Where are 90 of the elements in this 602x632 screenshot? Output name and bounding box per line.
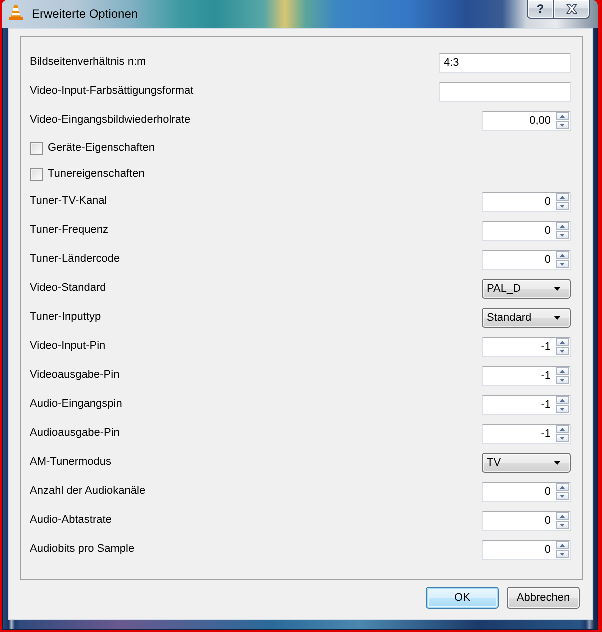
down-arrow-icon xyxy=(560,408,565,410)
close-icon xyxy=(566,4,578,14)
spin-down-button[interactable] xyxy=(556,521,569,529)
spin-up-button[interactable] xyxy=(556,112,569,120)
cancel-button[interactable]: Abbrechen xyxy=(507,587,580,609)
up-arrow-icon xyxy=(560,196,565,198)
spin-up-button[interactable] xyxy=(556,483,569,491)
field-label: Audio-Abtastrate xyxy=(30,514,112,527)
text-field[interactable] xyxy=(439,82,571,102)
window-title: Erweiterte Optionen xyxy=(32,7,138,21)
caret-icon xyxy=(554,316,561,320)
spin-box[interactable]: 0,00 xyxy=(482,110,571,130)
spin-box[interactable]: -1 xyxy=(482,424,571,444)
caret-icon xyxy=(554,460,561,464)
spin-box[interactable]: 0 xyxy=(482,510,571,530)
ok-button[interactable]: OK xyxy=(426,587,499,609)
spin-up-button[interactable] xyxy=(556,396,569,404)
spin-down-button[interactable] xyxy=(556,231,569,239)
spin-up-button[interactable] xyxy=(556,367,569,375)
spin-down-button[interactable] xyxy=(556,492,569,500)
spin-box[interactable]: -1 xyxy=(482,394,571,414)
spin-down-button[interactable] xyxy=(556,121,569,129)
spin-up-button[interactable] xyxy=(556,222,569,230)
spin-up-button[interactable] xyxy=(556,251,569,259)
down-arrow-icon xyxy=(560,204,565,208)
close-button[interactable] xyxy=(554,0,590,19)
spin-down-button[interactable] xyxy=(556,347,569,355)
field-label: Video-Eingangsbildwiederholrate xyxy=(30,114,191,127)
field-label: Audio-Eingangspin xyxy=(30,398,122,411)
dropdown[interactable]: PAL_D xyxy=(482,278,571,298)
up-arrow-icon xyxy=(560,398,565,402)
spin-down-button[interactable] xyxy=(556,376,569,384)
up-arrow-icon xyxy=(560,514,565,518)
field-label: Audioausgabe-Pin xyxy=(30,427,120,440)
spin-box[interactable]: -1 xyxy=(482,336,571,356)
field-label: Tuner-Frequenz xyxy=(30,224,108,237)
field-label: Audiobits pro Sample xyxy=(30,543,135,556)
spin-box[interactable]: 0 xyxy=(482,540,571,560)
field-label: Video-Standard xyxy=(30,282,106,295)
spin-down-button[interactable] xyxy=(556,550,569,558)
down-arrow-icon xyxy=(560,552,565,556)
field-label: Tuner-Inputtyp xyxy=(30,311,102,324)
field-label: Video-Input-Farbsättigungsformat xyxy=(30,85,194,98)
spin-box[interactable]: 0 xyxy=(482,192,571,212)
up-arrow-icon xyxy=(560,544,565,546)
down-arrow-icon xyxy=(560,524,565,526)
traffic-cone-icon xyxy=(8,4,24,21)
down-arrow-icon xyxy=(560,262,565,266)
field-label: Tuner-TV-Kanal xyxy=(30,195,108,208)
down-arrow-icon xyxy=(560,124,565,126)
field-label: Bildseitenverhältnis n:m xyxy=(30,56,146,69)
checkbox[interactable] xyxy=(30,142,43,154)
spin-down-button[interactable] xyxy=(556,202,569,210)
help-button[interactable]: ? xyxy=(527,0,554,19)
text-field[interactable]: 4:3 xyxy=(439,52,571,72)
down-arrow-icon xyxy=(560,350,565,352)
spin-up-button[interactable] xyxy=(556,541,569,549)
down-arrow-icon xyxy=(560,494,565,498)
up-arrow-icon xyxy=(560,486,565,488)
up-arrow-icon xyxy=(560,428,565,430)
field-label: Tuner-Ländercode xyxy=(30,253,120,266)
checkbox[interactable] xyxy=(30,168,43,180)
field-label: Video-Input-Pin xyxy=(30,340,106,353)
spin-box[interactable]: 0 xyxy=(482,482,571,502)
down-arrow-icon xyxy=(560,378,565,382)
spin-up-button[interactable] xyxy=(556,338,569,346)
dropdown[interactable]: Standard xyxy=(482,308,571,328)
up-arrow-icon xyxy=(560,340,565,344)
spin-down-button[interactable] xyxy=(556,434,569,442)
down-arrow-icon xyxy=(560,234,565,236)
up-arrow-icon xyxy=(560,370,565,372)
field-label: Anzahl der Audiokanäle xyxy=(30,485,146,498)
up-arrow-icon xyxy=(560,224,565,228)
spin-up-button[interactable] xyxy=(556,512,569,520)
spin-up-button[interactable] xyxy=(556,193,569,201)
checkbox-label[interactable]: Geräte-Eigenschaften xyxy=(48,142,156,154)
checkbox-label[interactable]: Tunereigenschaften xyxy=(48,168,145,180)
spin-box[interactable]: 0 xyxy=(482,220,571,240)
dropdown[interactable]: TV xyxy=(482,452,571,472)
spin-box[interactable]: -1 xyxy=(482,366,571,386)
caret-icon xyxy=(554,286,561,290)
down-arrow-icon xyxy=(560,436,565,440)
up-arrow-icon xyxy=(560,114,565,118)
spin-box[interactable]: 0 xyxy=(482,250,571,270)
spin-down-button[interactable] xyxy=(556,405,569,413)
spin-down-button[interactable] xyxy=(556,260,569,268)
spin-up-button[interactable] xyxy=(556,425,569,433)
field-label: AM-Tunermodus xyxy=(30,456,112,469)
field-label: Videoausgabe-Pin xyxy=(30,369,120,382)
up-arrow-icon xyxy=(560,254,565,256)
